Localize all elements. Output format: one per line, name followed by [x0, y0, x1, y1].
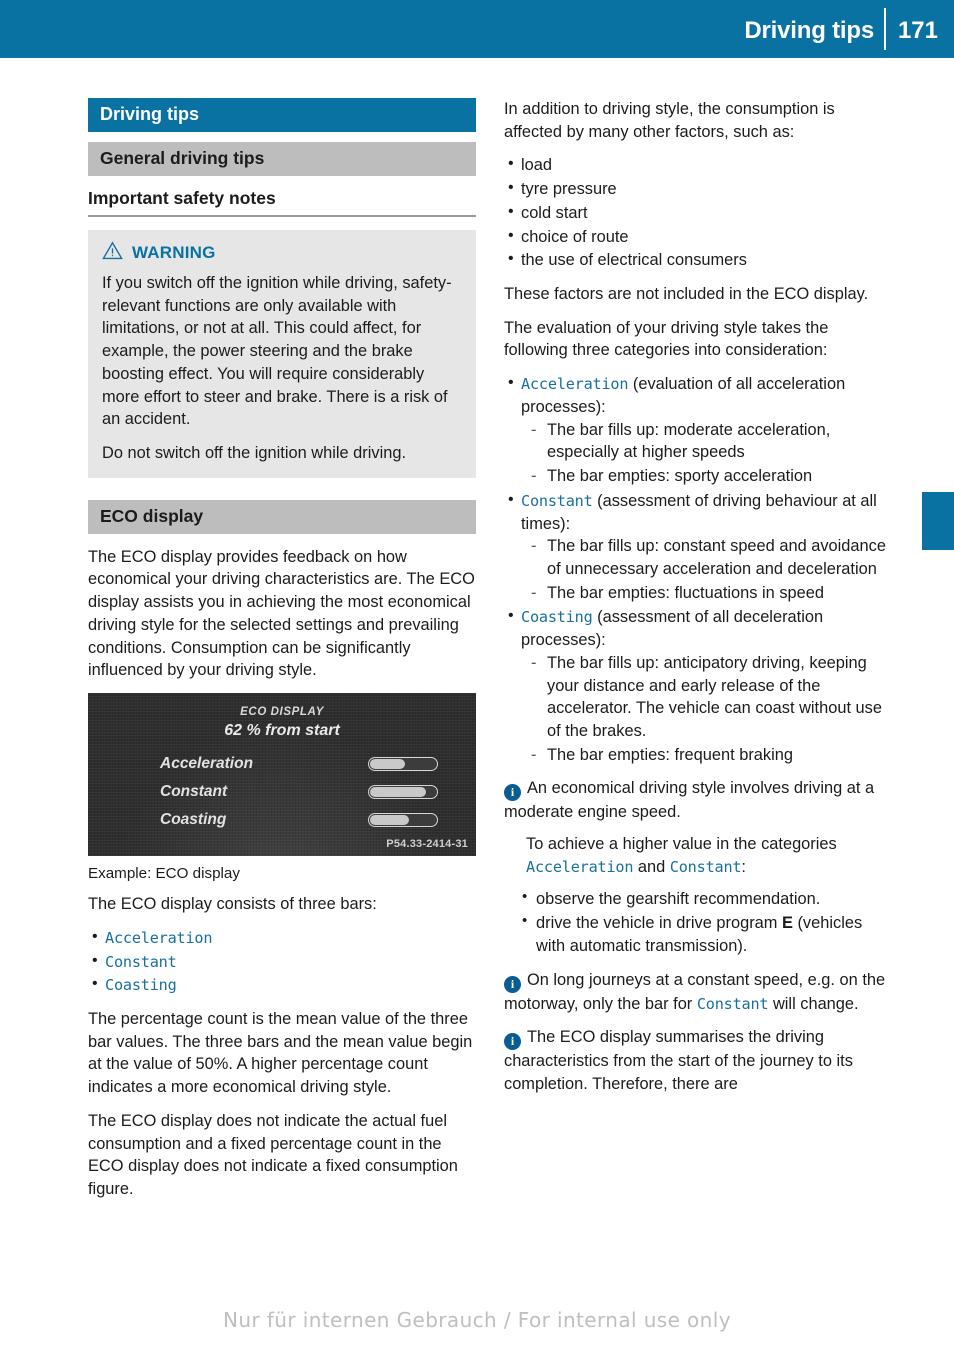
figure-bar-row: Coasting	[160, 811, 438, 829]
warning-title: WARNING	[132, 243, 216, 262]
eco-display-figure: ECO DISPLAY 62 % from start Acceleration…	[88, 693, 476, 857]
list-item: Acceleration	[88, 926, 476, 950]
warning-header: WARNING	[102, 241, 462, 265]
list-item: The bar empties: frequent braking	[521, 744, 892, 767]
factors-list: load tyre pressure cold start choice of …	[504, 153, 892, 272]
left-column: Driving tips General driving tips Import…	[88, 98, 476, 1212]
right-column: In addition to driving style, the consum…	[504, 98, 892, 1107]
info-icon: i	[504, 975, 521, 993]
note-conjunction: and	[633, 857, 670, 876]
list-item: cold start	[504, 201, 892, 225]
note-followup-prefix: To achieve a higher value in the categor…	[526, 835, 837, 854]
sub-item-prefix: drive the vehicle in drive program	[536, 914, 782, 933]
eco-intro-paragraph: The ECO display provides feedback on how…	[88, 547, 475, 680]
figure-bar-label: Coasting	[160, 811, 227, 829]
display-term: Coasting	[105, 976, 177, 995]
figure-bar-row: Constant	[160, 783, 438, 801]
display-term: Constant	[521, 491, 593, 510]
bar-names-list: Acceleration Constant Coasting	[88, 926, 476, 997]
figure-caption: Example: ECO display	[88, 865, 240, 883]
display-term: Acceleration	[105, 928, 213, 947]
list-item: load	[504, 153, 892, 177]
sub-heading: Important safety notes	[88, 188, 476, 217]
figure-bar-acceleration	[368, 757, 438, 772]
note-body: i An economical driving style involves dr…	[504, 777, 892, 824]
display-term: Constant	[696, 994, 769, 1013]
factors-intro-paragraph: In addition to driving style, the consum…	[504, 100, 835, 141]
figure-bar-label: Acceleration	[160, 755, 254, 773]
warning-triangle-icon	[102, 241, 123, 265]
factors-note-paragraph: These factors are not included in the EC…	[504, 285, 869, 304]
note-body: i On long journeys at a constant speed, e…	[504, 969, 892, 1016]
category-acceleration: Acceleration (evaluation of all accelera…	[504, 372, 892, 488]
list-item: The bar empties: fluctuations in speed	[521, 582, 892, 605]
percentage-paragraph: The percentage count is the mean value o…	[88, 1009, 473, 1097]
note-text: An economical driving style involves dri…	[504, 779, 875, 822]
footer-watermark: Nur für internen Gebrauch / For internal…	[223, 1308, 731, 1332]
list-item: The bar fills up: anticipatory driving, …	[521, 652, 892, 743]
info-note-1: i An economical driving style involves dr…	[504, 777, 892, 957]
page-title: Driving tips	[744, 17, 874, 44]
category-items: The bar fills up: moderate acceleration,…	[521, 419, 892, 488]
info-icon: i	[504, 1033, 521, 1051]
display-term: Coasting	[521, 608, 593, 627]
drive-program-emphasis: E	[781, 914, 793, 933]
categories-list: Acceleration (evaluation of all accelera…	[504, 372, 892, 767]
figure-screen-subtitle: 62 % from start	[224, 722, 340, 740]
list-item: Constant	[88, 950, 476, 974]
info-icon: i	[504, 784, 521, 802]
display-term: Constant	[105, 952, 177, 971]
list-item: the use of electrical consumers	[504, 248, 892, 272]
category-constant: Constant (assessment of driving behaviou…	[504, 489, 892, 605]
display-term: Acceleration	[526, 857, 634, 876]
info-note-3: i The ECO display summarises the driving …	[504, 1026, 892, 1095]
note-followup: To achieve a higher value in the categor…	[504, 833, 892, 878]
note-text: The ECO display summarises the driving c…	[504, 1028, 853, 1094]
section-band: General driving tips	[88, 142, 476, 176]
bars-intro-paragraph: The ECO display consists of three bars:	[88, 895, 377, 914]
info-note-2: i On long journeys at a constant speed, e…	[504, 969, 892, 1016]
list-item: The bar fills up: constant speed and avo…	[521, 535, 892, 580]
list-item: The bar empties: sporty acceleration	[521, 465, 892, 488]
list-item: observe the gearshift recommendation.	[504, 887, 892, 911]
side-tab-marker	[922, 492, 954, 550]
warning-box: WARNING If you switch off the ignition w…	[88, 230, 476, 478]
figure-bar-label: Constant	[160, 783, 228, 801]
figure-reference-code: P54.33-2414-31	[386, 838, 468, 851]
page-number: 171	[897, 17, 938, 44]
list-item: choice of route	[504, 225, 892, 249]
category-items: The bar fills up: constant speed and avo…	[521, 535, 892, 604]
list-item: The bar fills up: moderate acceleration,…	[521, 419, 892, 464]
note-text-after: will change.	[768, 994, 859, 1013]
note-body: i The ECO display summarises the driving …	[504, 1026, 892, 1095]
header-divider	[884, 8, 886, 50]
figure-screen-title: ECO DISPLAY	[240, 706, 324, 719]
figure-bar-coasting	[368, 813, 438, 828]
figure-bar-row: Acceleration	[160, 755, 438, 773]
list-item: tyre pressure	[504, 177, 892, 201]
note-followup-suffix: :	[741, 857, 746, 876]
category-coasting: Coasting (assessment of all deceleration…	[504, 605, 892, 767]
warning-paragraph: Do not switch off the ignition while dri…	[102, 444, 406, 463]
categories-intro-paragraph: The evaluation of your driving style tak…	[504, 318, 829, 360]
list-item: Coasting	[88, 973, 476, 997]
chapter-band: Driving tips	[88, 98, 476, 132]
eco-display-band: ECO display	[88, 499, 476, 534]
figure-bar-constant	[368, 785, 438, 800]
category-items: The bar fills up: anticipatory driving, …	[521, 652, 892, 767]
warning-paragraph: If you switch off the ignition while dri…	[102, 274, 452, 429]
not-actual-paragraph: The ECO display does not indicate the ac…	[88, 1111, 458, 1198]
display-term: Acceleration	[521, 375, 629, 394]
note-sub-list: observe the gearshift recommendation. dr…	[504, 887, 892, 958]
list-item: drive the vehicle in drive program E (ve…	[504, 911, 892, 957]
display-term: Constant	[669, 857, 742, 876]
